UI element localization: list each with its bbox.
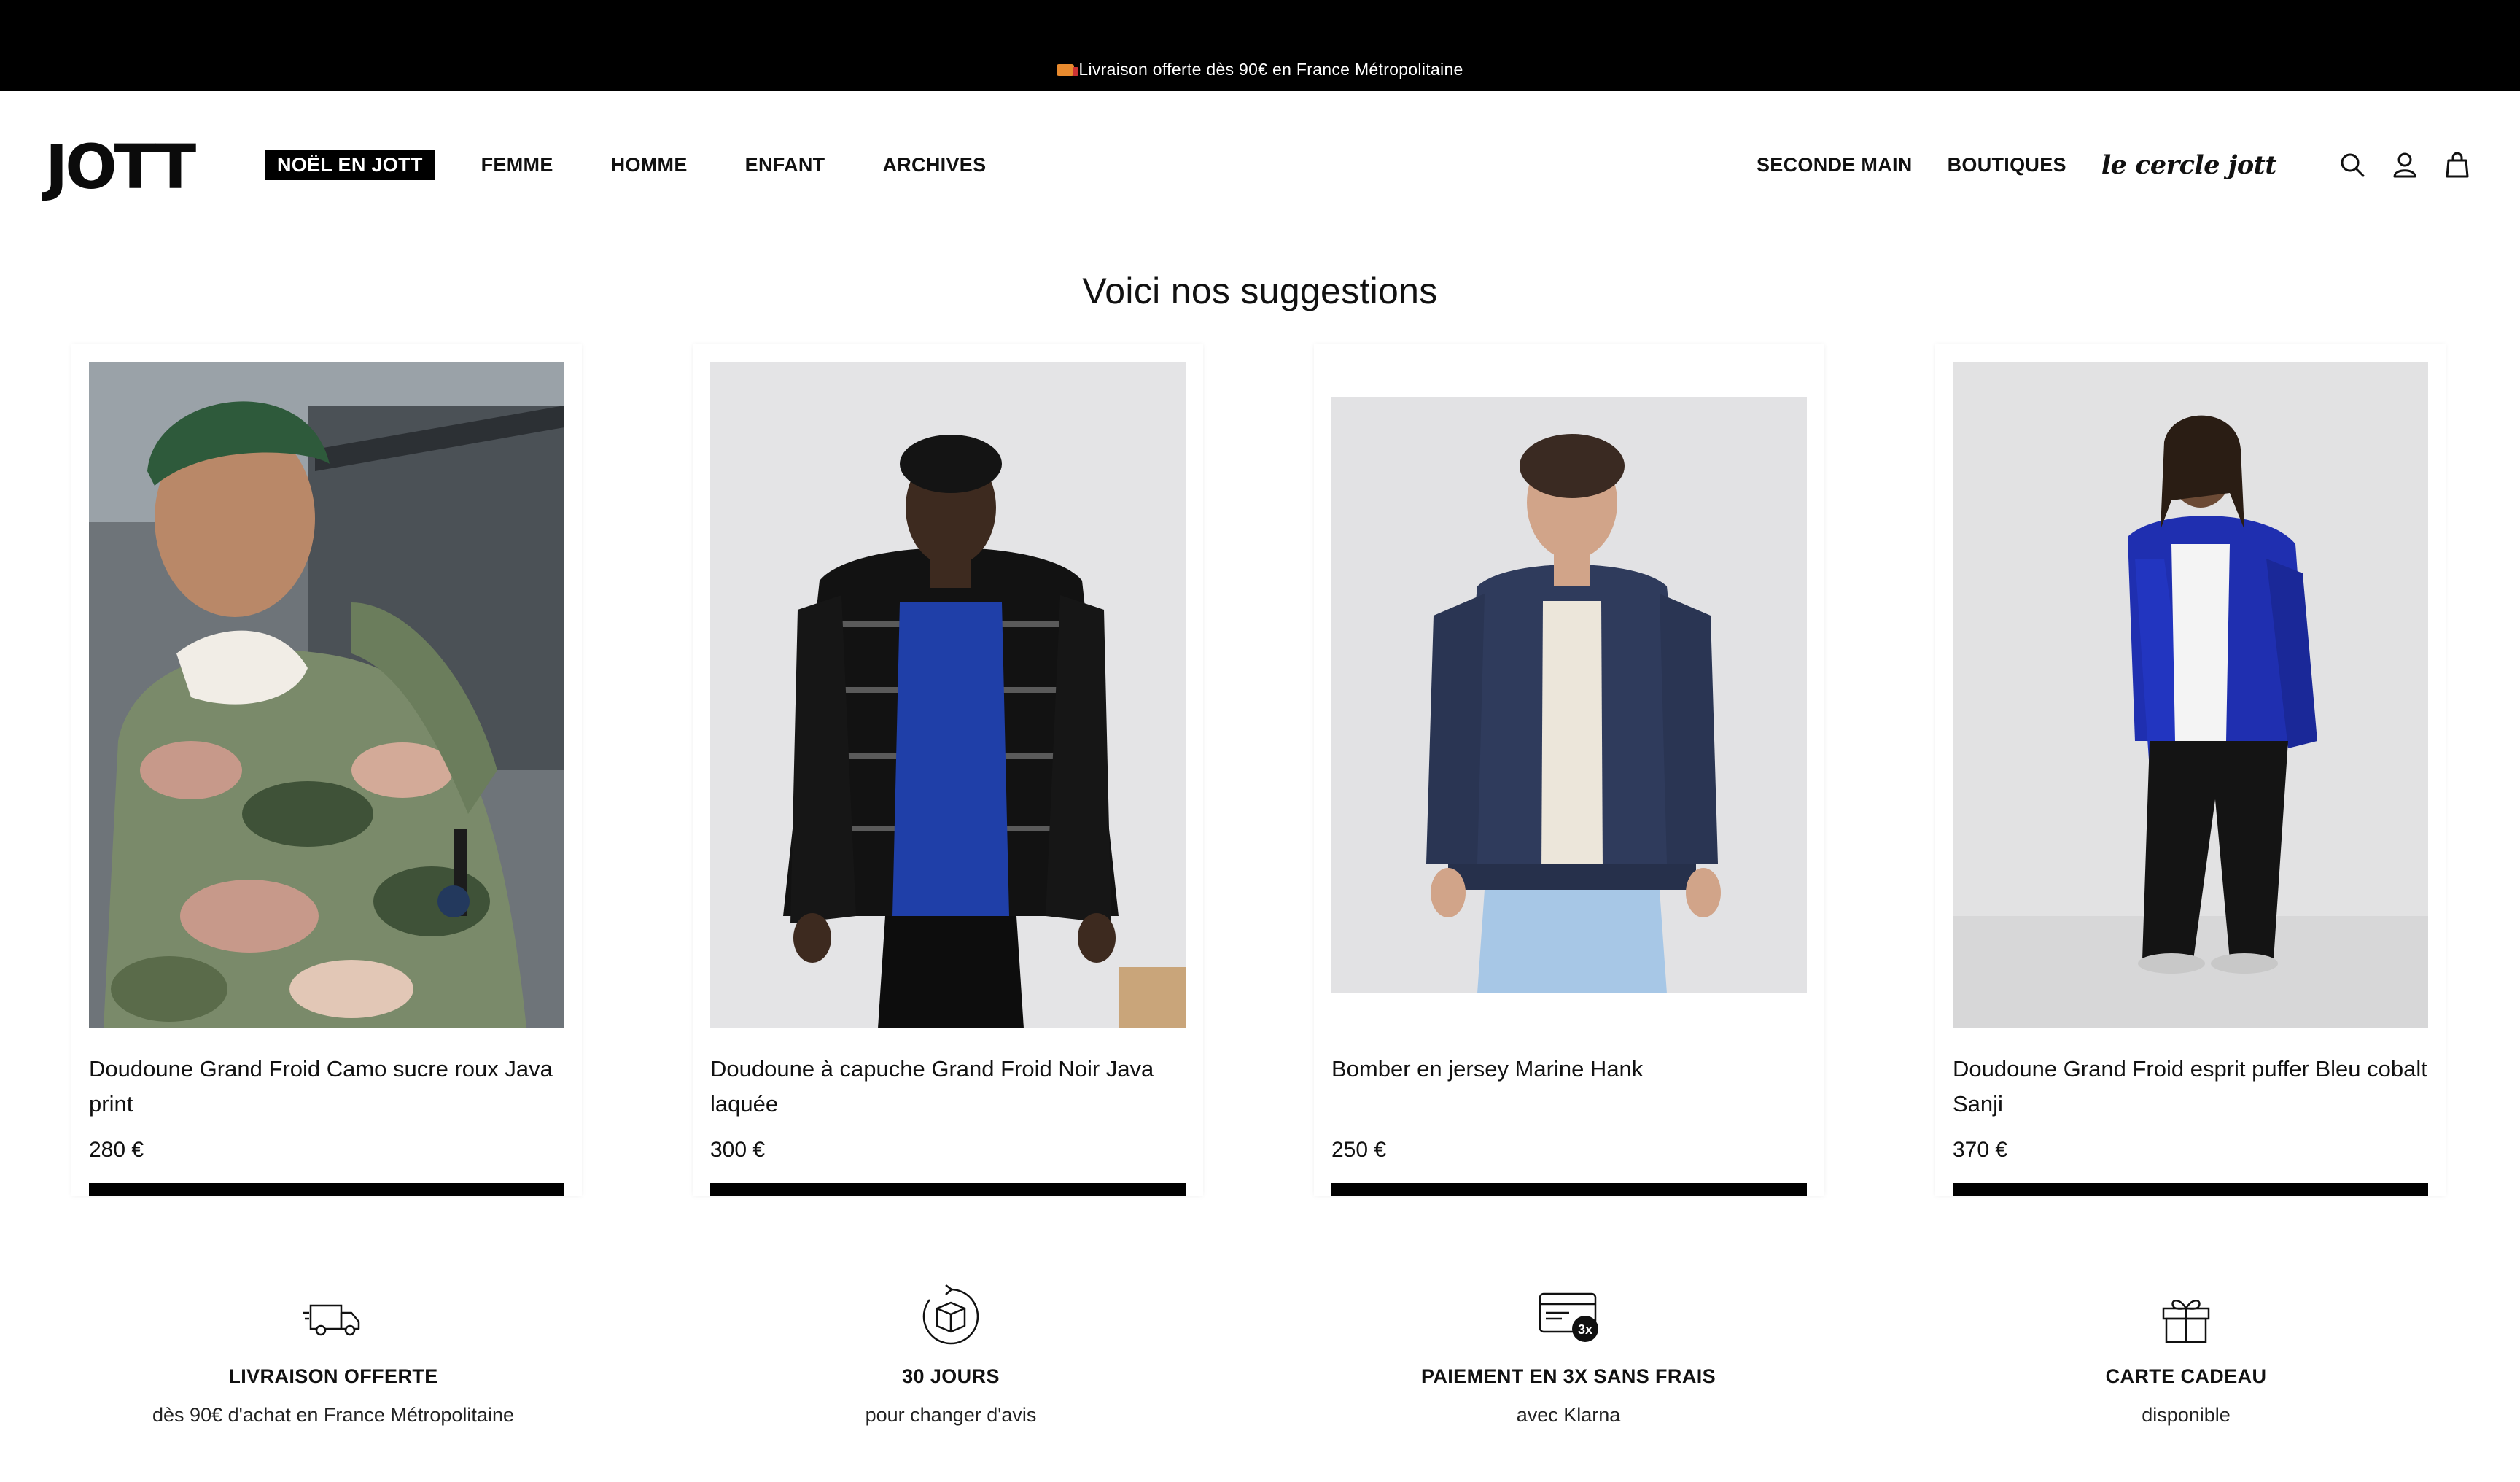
gift-icon: [2153, 1284, 2219, 1349]
add-to-cart-button[interactable]: [1953, 1183, 2428, 1196]
site-header: JOTT NOËL EN JOTT FEMME HOMME ENFANT ARC…: [0, 91, 2520, 237]
nav-homme[interactable]: HOMME: [611, 154, 688, 176]
benefit-title: 30 JOURS: [902, 1365, 1000, 1387]
jott-logo[interactable]: JOTT: [45, 136, 196, 198]
benefit-subtitle: dès 90€ d'achat en France Métropolitaine: [152, 1404, 514, 1426]
product-card[interactable]: Doudoune à capuche Grand Froid Noir Java…: [693, 344, 1203, 1196]
product-image[interactable]: [89, 362, 564, 1028]
benefit-klarna: 3x PAIEMENT EN 3X SANS FRAIS avec Klarna: [1291, 1284, 1846, 1427]
product-name[interactable]: Doudoune Grand Froid Camo sucre roux Jav…: [89, 1052, 564, 1122]
cercle-jott-logo[interactable]: le cercle jott: [2101, 150, 2277, 180]
card-3x-icon: 3x: [1536, 1284, 1601, 1349]
announcement-bar: Livraison offerte dès 90€ en France Métr…: [0, 0, 2520, 91]
nav-femme[interactable]: FEMME: [481, 154, 553, 176]
product-card[interactable]: Doudoune Grand Froid Camo sucre roux Jav…: [71, 344, 582, 1196]
benefit-gift-card: CARTE CADEAU disponible: [1909, 1284, 2463, 1427]
benefit-returns: 30 JOURS pour changer d'avis: [674, 1284, 1228, 1427]
benefit-title: LIVRAISON OFFERTE: [228, 1365, 438, 1387]
product-image[interactable]: [710, 362, 1186, 1028]
product-image[interactable]: [1331, 397, 1807, 993]
announcement-message: Livraison offerte dès 90€ en France Métr…: [0, 60, 2520, 79]
suggestions-title: Voici nos suggestions: [1082, 271, 1438, 311]
benefit-subtitle: avec Klarna: [1516, 1404, 1621, 1426]
product-price: 250 €: [1331, 1138, 1387, 1162]
add-to-cart-button[interactable]: [1331, 1183, 1807, 1196]
benefit-shipping: LIVRAISON OFFERTE dès 90€ d'achat en Fra…: [56, 1284, 610, 1427]
product-card[interactable]: Doudoune Grand Froid esprit puffer Bleu …: [1935, 344, 2446, 1196]
product-price: 370 €: [1953, 1138, 2008, 1162]
benefit-subtitle: disponible: [2142, 1404, 2231, 1426]
nav-archives[interactable]: ARCHIVES: [882, 154, 986, 176]
nav-seconde-main[interactable]: SECONDE MAIN: [1757, 154, 1913, 176]
search-icon[interactable]: [2338, 150, 2367, 179]
benefit-title: PAIEMENT EN 3X SANS FRAIS: [1420, 1365, 1716, 1387]
main-nav: NOËL EN JOTT FEMME HOMME ENFANT ARCHIVES: [265, 148, 1043, 182]
nav-enfant[interactable]: ENFANT: [745, 154, 825, 176]
return-box-icon: [918, 1284, 984, 1349]
product-card[interactable]: Bomber en jersey Marine Hank 250 €: [1314, 344, 1824, 1196]
truck-emoji-icon: [1057, 64, 1079, 76]
product-price: 300 €: [710, 1138, 766, 1162]
announcement-text: Livraison offerte dès 90€ en France Métr…: [1078, 60, 1463, 79]
product-name[interactable]: Bomber en jersey Marine Hank: [1331, 1052, 1807, 1087]
product-name[interactable]: Doudoune Grand Froid esprit puffer Bleu …: [1953, 1052, 2428, 1122]
add-to-cart-button[interactable]: [710, 1183, 1186, 1196]
svg-text:3x: 3x: [1578, 1322, 1592, 1337]
header-actions: SECONDE MAIN BOUTIQUES le cercle jott: [1757, 148, 2472, 182]
cart-icon[interactable]: [2443, 150, 2472, 179]
benefit-subtitle: pour changer d'avis: [865, 1404, 1037, 1426]
account-icon[interactable]: [2390, 150, 2419, 179]
benefit-title: CARTE CADEAU: [2105, 1365, 2267, 1387]
product-price: 280 €: [89, 1138, 144, 1162]
nav-boutiques[interactable]: BOUTIQUES: [1948, 154, 2066, 176]
product-image[interactable]: [1953, 362, 2428, 1028]
add-to-cart-button[interactable]: [89, 1183, 564, 1196]
nav-noel-en-jott[interactable]: NOËL EN JOTT: [265, 150, 435, 180]
truck-icon: [300, 1284, 366, 1349]
product-name[interactable]: Doudoune à capuche Grand Froid Noir Java…: [710, 1052, 1186, 1122]
